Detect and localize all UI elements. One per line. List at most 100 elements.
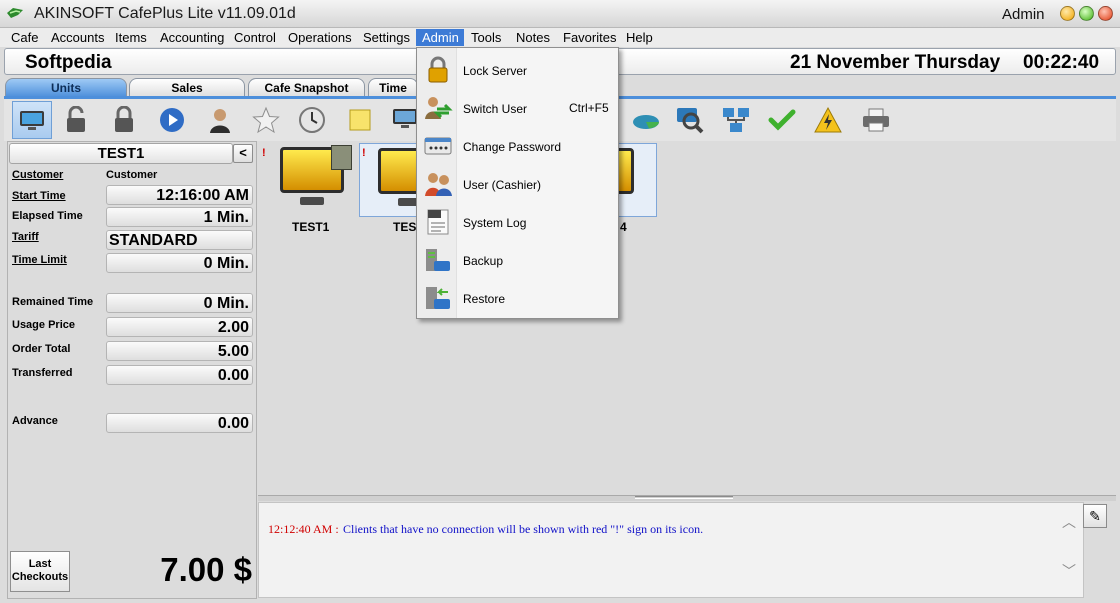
order-total-field: 5.00 bbox=[106, 341, 253, 361]
unlock-icon[interactable] bbox=[56, 101, 96, 139]
password-icon bbox=[423, 132, 453, 160]
play-icon[interactable] bbox=[152, 101, 192, 139]
advance-label: Advance bbox=[12, 415, 58, 427]
app-logo-icon bbox=[7, 8, 23, 18]
collapse-panel-button[interactable]: < bbox=[233, 144, 253, 163]
unit-label: 4 bbox=[620, 220, 627, 234]
current-user: Admin bbox=[1002, 6, 1045, 23]
clock-icon[interactable] bbox=[292, 101, 332, 139]
admin-dropdown-menu: Lock Server Switch User Ctrl+F5 Change P… bbox=[416, 47, 619, 319]
system-log-icon bbox=[423, 208, 453, 236]
menu-settings[interactable]: Settings bbox=[359, 29, 414, 46]
check-icon[interactable] bbox=[762, 101, 802, 139]
start-time-field: 12:16:00 AM bbox=[106, 185, 253, 205]
menu-item-backup[interactable]: Backup bbox=[417, 241, 618, 279]
calculator-icon bbox=[331, 145, 352, 170]
current-time: 00:22:40 bbox=[1023, 52, 1100, 73]
start-time-label[interactable]: Start Time bbox=[12, 190, 66, 202]
usage-price-field: 2.00 bbox=[106, 317, 253, 337]
menu-item-shortcut: Ctrl+F5 bbox=[569, 101, 609, 115]
menu-help[interactable]: Help bbox=[622, 29, 657, 46]
tab-cafe-snapshot[interactable]: Cafe Snapshot bbox=[248, 78, 365, 97]
unit-label: TEST1 bbox=[292, 220, 330, 234]
network-icon[interactable] bbox=[716, 101, 756, 139]
star-icon[interactable] bbox=[246, 101, 286, 139]
menu-accounts[interactable]: Accounts bbox=[47, 29, 108, 46]
menu-items[interactable]: Items bbox=[111, 29, 151, 46]
menu-item-user-cashier[interactable]: User (Cashier) bbox=[417, 165, 618, 203]
message-log bbox=[258, 502, 1084, 598]
advance-field: 0.00 bbox=[106, 413, 253, 433]
restore-icon bbox=[423, 284, 453, 312]
tariff-field: STANDARD bbox=[106, 230, 253, 250]
warning-icon: ! bbox=[262, 147, 266, 159]
menu-item-restore[interactable]: Restore bbox=[417, 279, 618, 317]
menu-item-label: Restore bbox=[463, 292, 506, 306]
user-icon[interactable] bbox=[200, 101, 240, 139]
warning-icon: ! bbox=[362, 147, 366, 159]
menu-accounting[interactable]: Accounting bbox=[156, 29, 228, 46]
menu-item-label: Backup bbox=[463, 254, 504, 268]
current-date: 21 November Thursday bbox=[790, 52, 1001, 73]
backup-icon bbox=[423, 246, 453, 274]
lock-server-icon bbox=[423, 56, 453, 84]
transferred-field: 0.00 bbox=[106, 365, 253, 385]
menu-admin[interactable]: Admin bbox=[416, 29, 464, 46]
menu-item-label: Change Password bbox=[463, 140, 562, 154]
tab-sales[interactable]: Sales bbox=[129, 78, 245, 97]
close-button[interactable] bbox=[1098, 6, 1113, 21]
menu-bar: Cafe Accounts Items Accounting Control O… bbox=[0, 28, 1120, 47]
note-icon[interactable] bbox=[340, 101, 380, 139]
cafe-name: Softpedia bbox=[25, 52, 112, 73]
switch-user-icon bbox=[423, 94, 453, 122]
time-limit-label[interactable]: Time Limit bbox=[12, 254, 67, 266]
minimize-button[interactable] bbox=[1060, 6, 1075, 21]
menu-item-label: User (Cashier) bbox=[463, 178, 542, 192]
menu-tools[interactable]: Tools bbox=[467, 29, 505, 46]
transferred-label: Transferred bbox=[12, 367, 73, 379]
tab-time[interactable]: Time bbox=[368, 78, 418, 97]
menu-item-label: System Log bbox=[463, 216, 527, 230]
remained-time-label: Remained Time bbox=[12, 296, 94, 308]
menu-operations[interactable]: Operations bbox=[284, 29, 356, 46]
log-message: Clients that have no connection will be … bbox=[343, 522, 704, 536]
lock-icon[interactable] bbox=[104, 101, 144, 139]
remained-time-field: 0 Min. bbox=[106, 293, 253, 313]
menu-cafe[interactable]: Cafe bbox=[7, 29, 42, 46]
scroll-up-icon[interactable]: ︿ bbox=[1062, 512, 1076, 532]
menu-item-switch-user[interactable]: Switch User Ctrl+F5 bbox=[417, 89, 618, 127]
customer-label[interactable]: Customer bbox=[12, 169, 63, 181]
order-total-label: Order Total bbox=[12, 343, 71, 355]
monitor-icon[interactable] bbox=[12, 101, 52, 139]
customer-value: Customer bbox=[106, 169, 158, 181]
menu-item-change-password[interactable]: Change Password bbox=[417, 127, 618, 165]
printer-icon[interactable] bbox=[856, 101, 896, 139]
splitter-grip[interactable] bbox=[635, 496, 733, 499]
last-checkouts-button[interactable]: Last Checkouts bbox=[10, 551, 70, 592]
menu-item-system-log[interactable]: System Log bbox=[417, 203, 618, 241]
unit-name: TEST1 bbox=[9, 143, 233, 164]
cashier-icon bbox=[423, 170, 453, 198]
maximize-button[interactable] bbox=[1079, 6, 1094, 21]
menu-item-lock-server[interactable]: Lock Server bbox=[417, 51, 618, 89]
tab-units[interactable]: Units bbox=[5, 78, 127, 97]
power-icon[interactable] bbox=[808, 101, 848, 139]
monitor-stand bbox=[300, 197, 324, 205]
tariff-label[interactable]: Tariff bbox=[12, 231, 39, 243]
time-limit-field: 0 Min. bbox=[106, 253, 253, 273]
search-computer-icon[interactable] bbox=[670, 101, 710, 139]
window-title: AKINSOFT CafePlus Lite v11.09.01d bbox=[34, 5, 296, 22]
log-timestamp: 12:12:40 AM : bbox=[268, 522, 339, 536]
menu-control[interactable]: Control bbox=[230, 29, 280, 46]
scroll-down-icon[interactable]: ﹀ bbox=[1062, 561, 1076, 581]
menu-favorites[interactable]: Favorites bbox=[559, 29, 620, 46]
elapsed-time-label: Elapsed Time bbox=[12, 210, 83, 222]
unit-tile[interactable] bbox=[262, 143, 359, 217]
total-amount: 7.00 $ bbox=[160, 551, 252, 588]
menu-notes[interactable]: Notes bbox=[512, 29, 554, 46]
usage-price-label: Usage Price bbox=[12, 319, 75, 331]
menu-item-label: Lock Server bbox=[463, 64, 528, 78]
chart-icon[interactable] bbox=[626, 101, 666, 139]
edit-note-icon[interactable]: ✎ bbox=[1083, 504, 1107, 528]
menu-item-label: Switch User bbox=[463, 102, 528, 116]
